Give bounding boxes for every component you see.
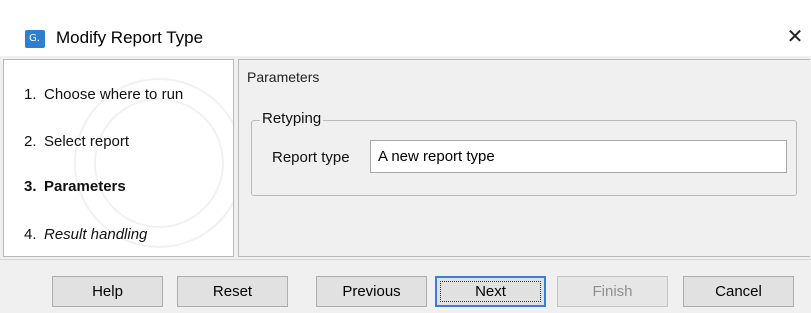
next-button[interactable]: Next <box>435 276 546 307</box>
step-select-report: 2. Select report <box>24 133 129 150</box>
focus-ring <box>440 281 541 302</box>
cancel-button[interactable]: Cancel <box>683 276 794 307</box>
step-number: 2. <box>24 133 37 150</box>
panel-title: Parameters <box>247 69 320 85</box>
parameters-panel: Parameters Retyping Report type <box>238 59 810 257</box>
step-number: 4. <box>24 226 37 243</box>
step-choose-where-to-run: 1. Choose where to run <box>24 86 183 103</box>
group-title: Retyping <box>260 110 324 127</box>
watermark-seal-inner <box>94 98 224 228</box>
report-type-label: Report type <box>272 149 350 166</box>
divider <box>0 259 811 260</box>
step-parameters: 3. Parameters <box>24 178 126 195</box>
previous-button[interactable]: Previous <box>316 276 427 307</box>
dialog-window: G. Modify Report Type ✕ 1. Choose where t… <box>0 0 811 313</box>
finish-button: Finish <box>557 276 668 307</box>
app-icon: G. <box>25 30 45 48</box>
step-label: Choose where to run <box>44 86 184 103</box>
step-label: Select report <box>44 133 130 150</box>
step-number: 1. <box>24 86 37 103</box>
step-label: Parameters <box>44 178 126 195</box>
wizard-steps-panel: 1. Choose where to run 2. Select report 3.… <box>3 59 234 257</box>
close-icon[interactable]: ✕ <box>785 24 805 48</box>
step-number: 3. <box>24 178 37 195</box>
help-button[interactable]: Help <box>52 276 163 307</box>
title-bar[interactable]: G. Modify Report Type ✕ <box>0 0 811 56</box>
step-result-handling: 4. Result handling <box>24 226 147 243</box>
step-label: Result handling <box>44 226 148 243</box>
report-type-input[interactable] <box>370 140 787 173</box>
window-title: Modify Report Type <box>56 28 204 47</box>
reset-button[interactable]: Reset <box>177 276 288 307</box>
app-icon-label: G. <box>29 33 40 44</box>
